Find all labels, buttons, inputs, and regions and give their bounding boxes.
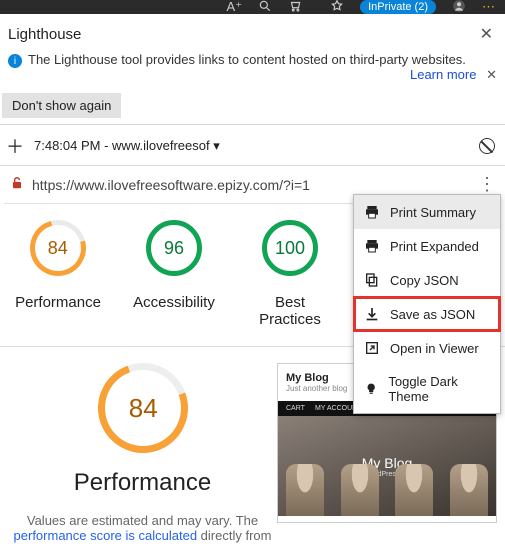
- menu-open-viewer[interactable]: Open in Viewer: [354, 331, 500, 365]
- browser-chrome: A⁺ InPrivate (2) ⋯: [0, 0, 505, 14]
- print-icon: [364, 238, 380, 254]
- menu-print-expanded[interactable]: Print Expanded: [354, 229, 500, 263]
- copy-icon: [364, 272, 380, 288]
- cart-icon[interactable]: [288, 0, 302, 16]
- inprivate-badge[interactable]: InPrivate (2): [360, 0, 436, 14]
- report-menu-button[interactable]: ⋮: [478, 174, 495, 195]
- export-menu: Print Summary Print Expanded Copy JSON S…: [353, 194, 501, 414]
- menu-save-json[interactable]: Save as JSON: [354, 297, 500, 331]
- download-icon: [364, 306, 380, 322]
- report-tab[interactable]: 7:48:04 PM - www.ilovefreesof ▾: [34, 138, 220, 154]
- search-icon[interactable]: [258, 0, 272, 16]
- performance-title: Performance: [8, 469, 277, 497]
- profile-icon[interactable]: [452, 0, 466, 16]
- bulb-icon: [364, 381, 378, 397]
- chevron-down-icon: ▾: [213, 138, 220, 153]
- panel-header: Lighthouse ✕: [0, 14, 505, 52]
- score-accessibility[interactable]: 96 Accessibility: [128, 220, 220, 328]
- print-icon: [364, 204, 380, 220]
- info-icon: i: [8, 54, 22, 68]
- dismiss-info-icon[interactable]: ✕: [486, 67, 497, 82]
- url-text[interactable]: https://www.ilovefreesoftware.epizy.com/…: [32, 177, 470, 193]
- menu-toggle-dark[interactable]: Toggle Dark Theme: [354, 365, 500, 413]
- info-text: The Lighthouse tool provides links to co…: [28, 52, 497, 67]
- learn-more-link[interactable]: Learn more: [410, 67, 476, 82]
- score-calc-link[interactable]: performance score is calculated: [14, 528, 198, 543]
- insecure-lock-icon: [10, 175, 24, 194]
- report-toolbar: ＋ 7:48:04 PM - www.ilovefreesof ▾: [0, 124, 505, 166]
- performance-gauge: 84: [83, 348, 203, 468]
- menu-print-summary[interactable]: Print Summary: [354, 195, 500, 229]
- text-size-icon[interactable]: A⁺: [227, 0, 243, 15]
- close-icon[interactable]: ✕: [480, 24, 493, 44]
- new-report-button[interactable]: ＋: [6, 133, 24, 159]
- clear-icon[interactable]: [479, 138, 495, 154]
- open-external-icon: [364, 340, 380, 356]
- performance-description: Values are estimated and may vary. The p…: [8, 513, 277, 543]
- favorites-icon[interactable]: [330, 0, 344, 16]
- dont-show-again-button[interactable]: Don't show again: [2, 93, 121, 118]
- score-best-practices[interactable]: 100 Best Practices: [244, 220, 336, 328]
- menu-icon[interactable]: ⋯: [482, 0, 495, 15]
- score-performance[interactable]: 84 Performance: [12, 220, 104, 328]
- info-banner: i The Lighthouse tool provides links to …: [0, 52, 505, 89]
- panel-title: Lighthouse: [8, 26, 81, 43]
- menu-copy-json[interactable]: Copy JSON: [354, 263, 500, 297]
